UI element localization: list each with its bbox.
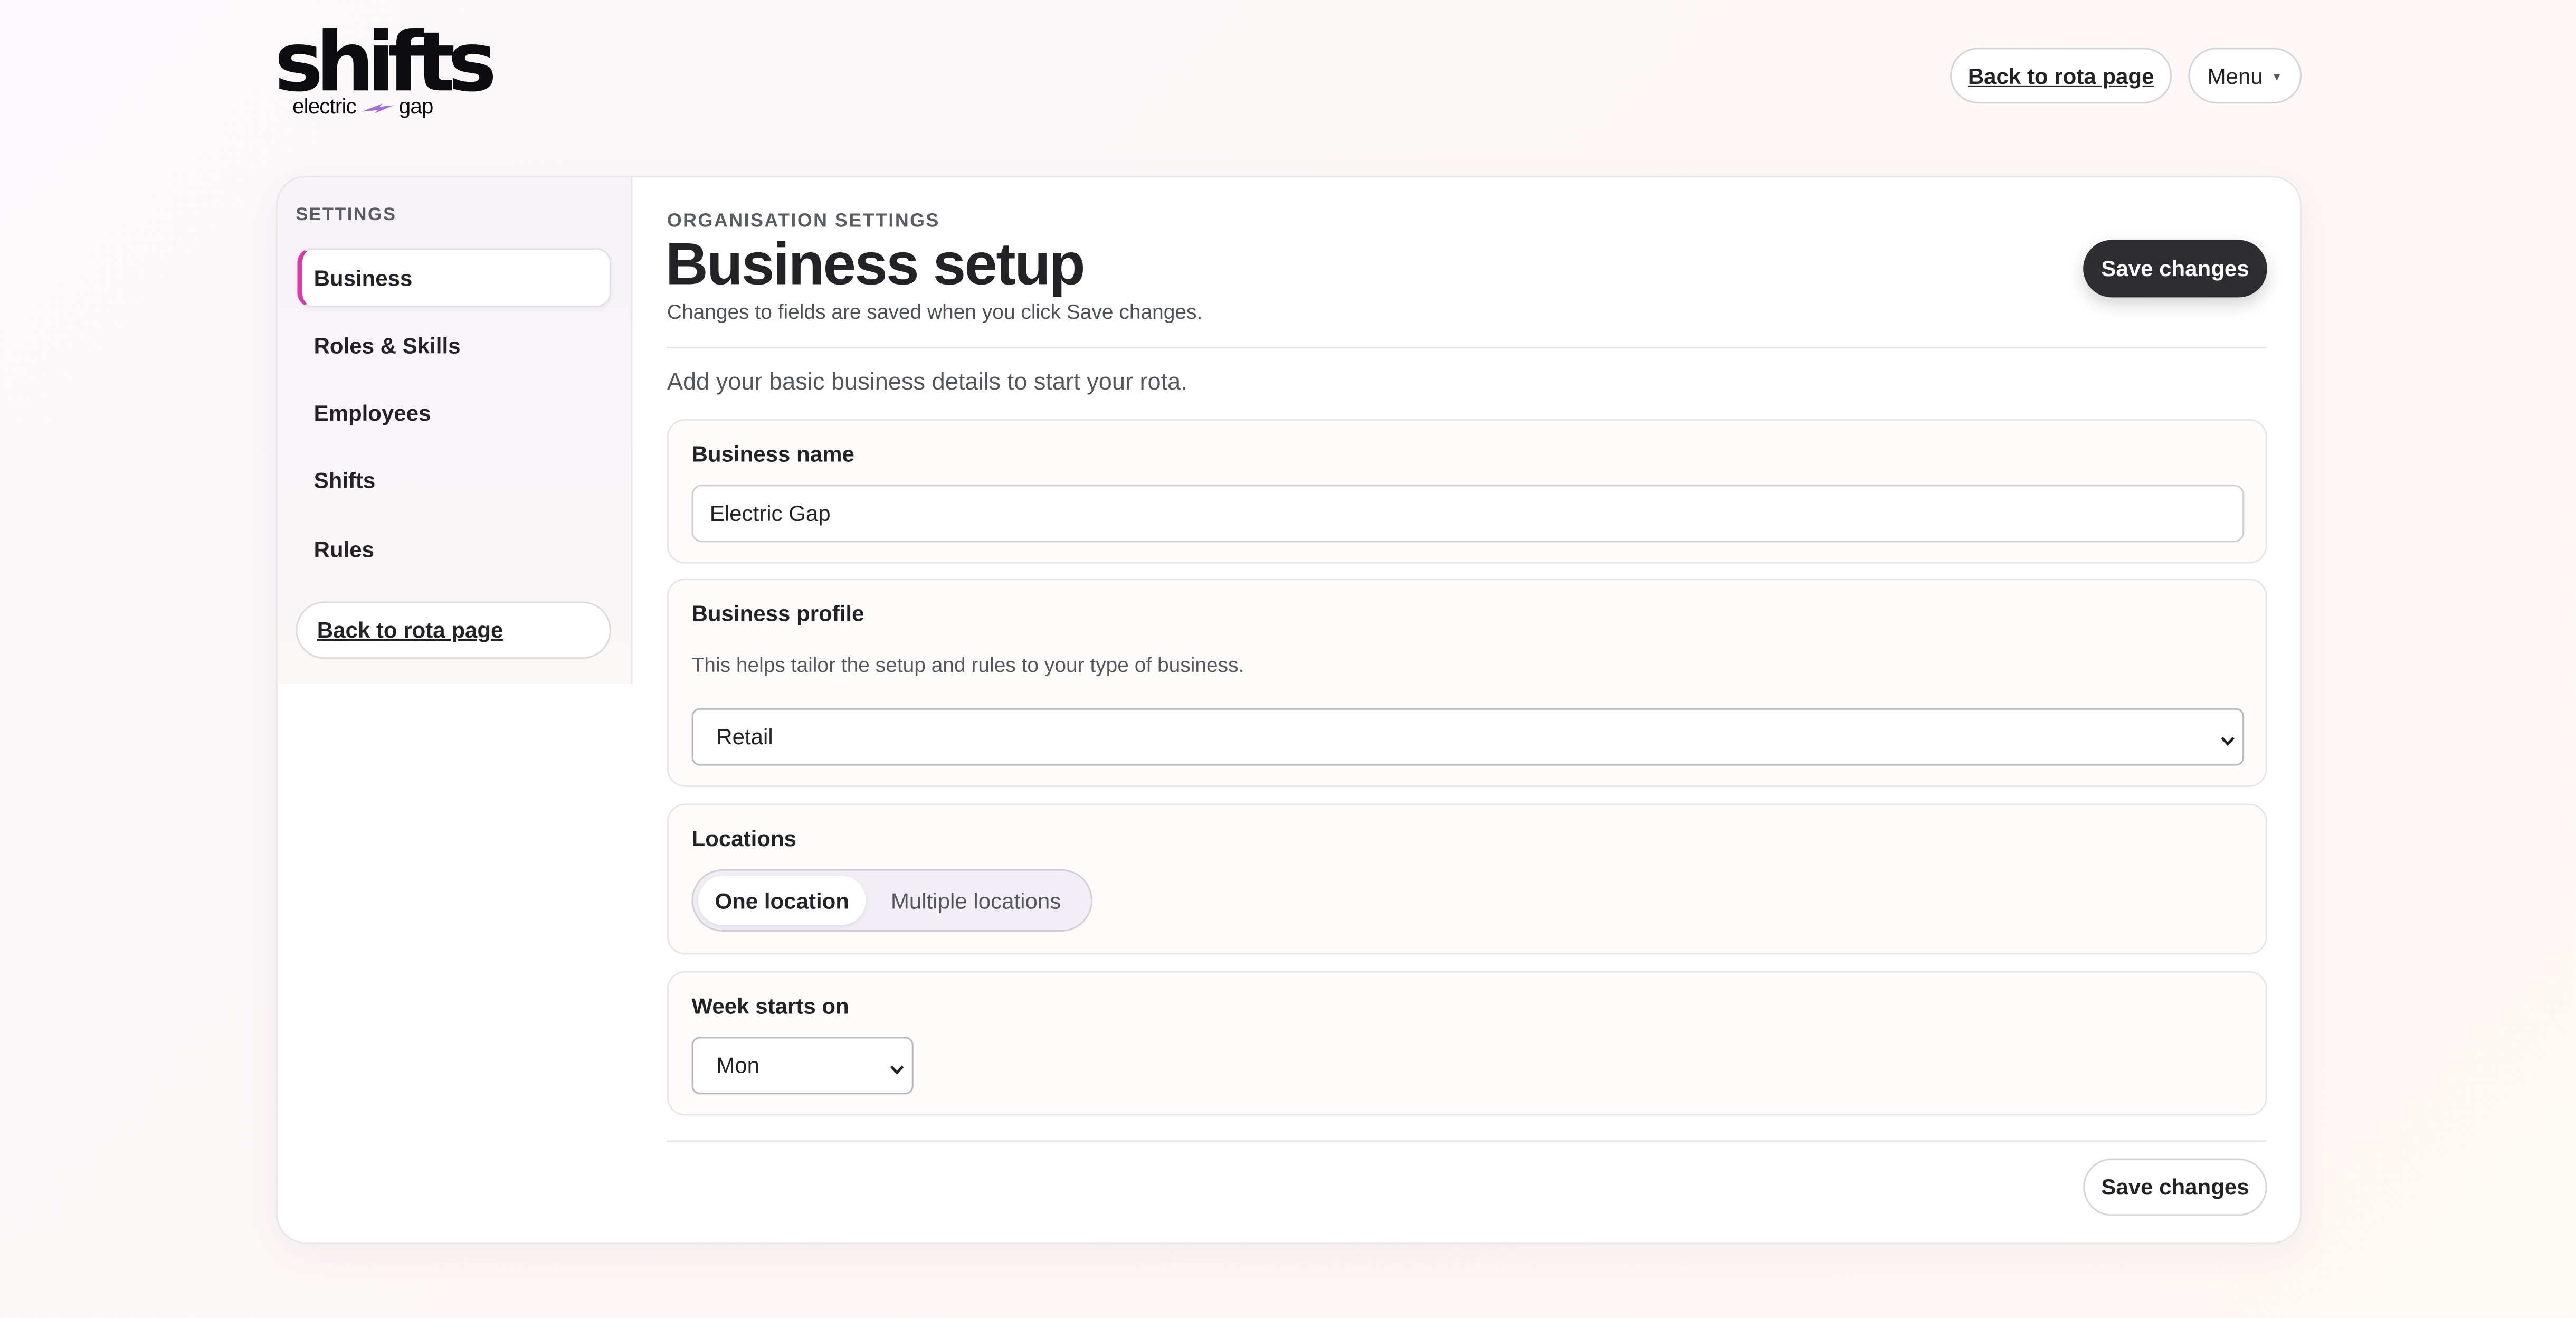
save-changes-button[interactable]: Save changes bbox=[2083, 240, 2267, 298]
sidebar-item-business[interactable]: Business bbox=[297, 248, 611, 308]
header-divider bbox=[667, 346, 2267, 348]
business-profile-select[interactable]: Retail bbox=[691, 708, 2245, 766]
logo-subtitle-right: gap bbox=[398, 93, 434, 119]
bolt-icon bbox=[359, 96, 395, 120]
main-content: ORGANISATION SETTINGS Business setup Cha… bbox=[665, 177, 2267, 1242]
settings-sidebar: SETTINGS Business Roles & Skills Employe… bbox=[278, 177, 633, 684]
page: shifts electric gap Back to rota page Men… bbox=[0, 0, 2576, 1318]
one-location-option[interactable]: One location bbox=[698, 876, 866, 925]
sidebar-item-label: Roles & Skills bbox=[313, 333, 461, 358]
week-starts-label: Week starts on bbox=[691, 994, 849, 1019]
business-profile-value: Retail bbox=[716, 724, 773, 750]
logo[interactable]: shifts electric gap bbox=[274, 20, 497, 125]
chevron-down-icon bbox=[2220, 729, 2236, 745]
business-profile-section: Business profile This helps tailor the s… bbox=[667, 578, 2267, 788]
week-starts-section: Week starts on Mon bbox=[667, 971, 2267, 1116]
business-profile-label: Business profile bbox=[691, 601, 864, 627]
sidebar-item-shifts[interactable]: Shifts bbox=[297, 450, 611, 509]
sidebar-item-employees[interactable]: Employees bbox=[297, 383, 611, 442]
logo-subtitle: electric gap bbox=[292, 93, 433, 120]
sidebar-item-roles-skills[interactable]: Roles & Skills bbox=[297, 316, 611, 375]
locations-section: Locations One location Multiple location… bbox=[667, 803, 2267, 955]
settings-card: SETTINGS Business Roles & Skills Employe… bbox=[275, 176, 2302, 1244]
caret-down-icon: ▼ bbox=[2271, 72, 2283, 84]
sidebar-back-to-rota-link[interactable]: Back to rota page bbox=[296, 601, 611, 659]
menu-label: Menu bbox=[2207, 63, 2263, 88]
save-changes-bottom-button[interactable]: Save changes bbox=[2083, 1158, 2267, 1216]
sidebar-item-label: Rules bbox=[313, 536, 375, 562]
sidebar-item-label: Business bbox=[313, 265, 413, 290]
logo-subtitle-left: electric bbox=[292, 93, 357, 119]
chevron-down-icon bbox=[889, 1057, 905, 1074]
locations-toggle: One location Multiple locations bbox=[691, 869, 1093, 932]
business-name-input[interactable]: Electric Gap bbox=[691, 485, 2245, 543]
page-subtitle: Changes to fields are saved when you cli… bbox=[667, 300, 1203, 324]
intro-text: Add your basic business details to start… bbox=[667, 369, 1187, 396]
page-title: Business setup bbox=[665, 230, 1086, 298]
section-eyebrow: ORGANISATION SETTINGS bbox=[667, 212, 940, 232]
multiple-locations-option[interactable]: Multiple locations bbox=[866, 876, 1086, 925]
locations-label: Locations bbox=[691, 826, 797, 851]
week-starts-value: Mon bbox=[716, 1053, 759, 1078]
business-name-section: Business name Electric Gap bbox=[667, 419, 2267, 564]
sidebar-heading: SETTINGS bbox=[296, 205, 397, 225]
business-name-label: Business name bbox=[691, 442, 854, 467]
week-starts-select[interactable]: Mon bbox=[691, 1037, 914, 1095]
logo-wordmark: shifts bbox=[274, 15, 497, 110]
sidebar-item-rules[interactable]: Rules bbox=[297, 519, 611, 579]
header-back-to-rota-link[interactable]: Back to rota page bbox=[1950, 48, 2172, 104]
footer-divider bbox=[667, 1140, 2267, 1142]
business-profile-help: This helps tailor the setup and rules to… bbox=[691, 653, 1244, 677]
sidebar-item-label: Employees bbox=[313, 400, 431, 425]
menu-button[interactable]: Menu ▼ bbox=[2188, 48, 2302, 104]
sidebar-item-label: Shifts bbox=[313, 467, 376, 492]
